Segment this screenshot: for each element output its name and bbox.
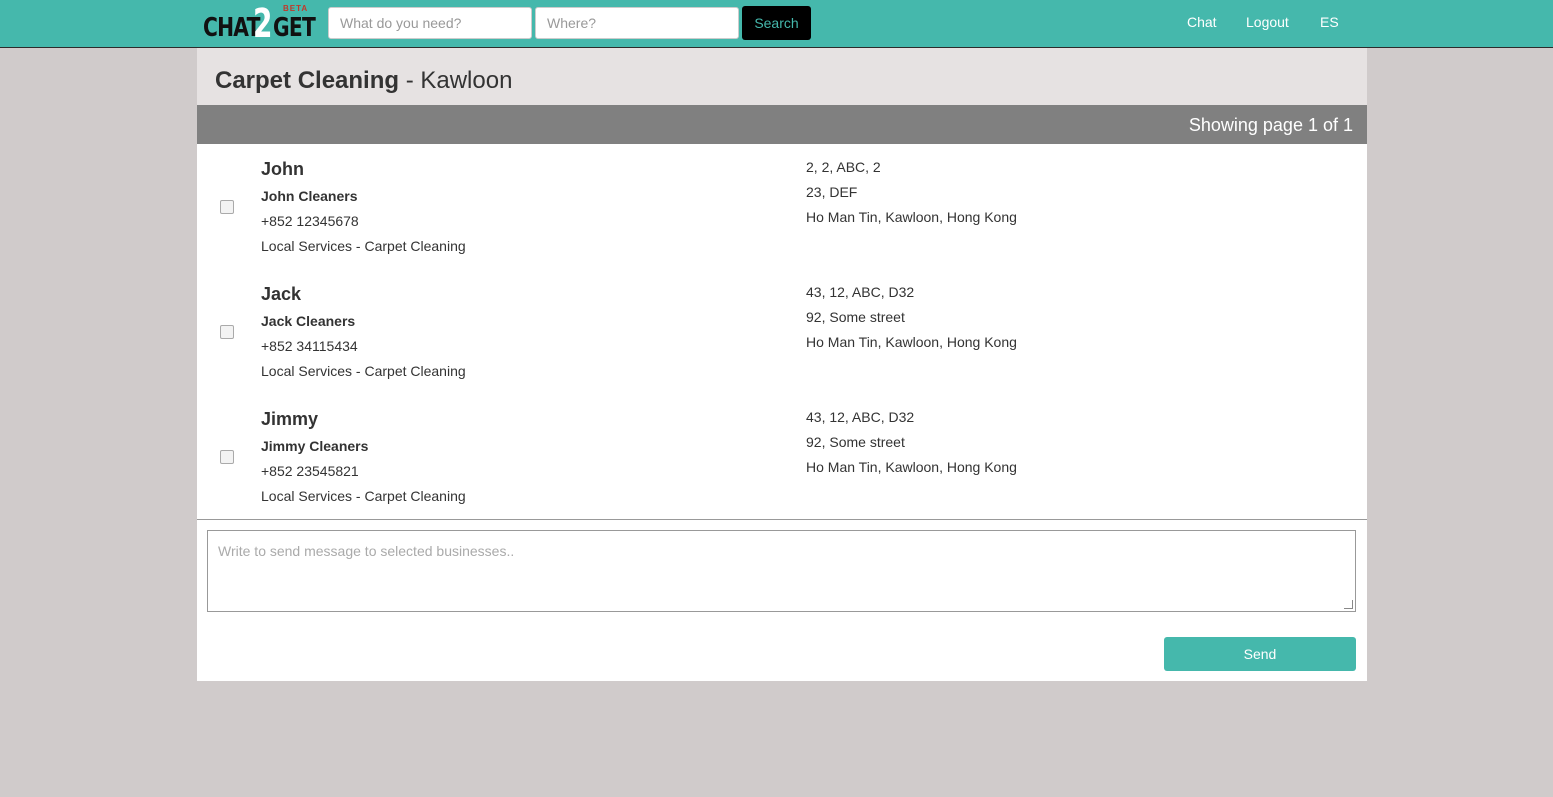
- results-header: Carpet Cleaning - Kawloon: [197, 48, 1367, 105]
- title-category: Carpet Cleaning: [215, 67, 400, 94]
- business-phone: +852 23545821: [261, 463, 359, 479]
- business-name: Jack Cleaners: [261, 313, 356, 329]
- logo-text-get: GET: [273, 13, 316, 43]
- beta-badge: BETA: [283, 4, 309, 13]
- language-switch-link[interactable]: ES: [1320, 14, 1339, 30]
- results-panel: Carpet Cleaning - Kawloon Showing page 1…: [197, 48, 1367, 681]
- select-business-checkbox[interactable]: [220, 200, 234, 214]
- nav-chat-link[interactable]: Chat: [1187, 14, 1217, 30]
- send-button[interactable]: Send: [1164, 637, 1356, 671]
- logo-text-chat: CHAT: [203, 13, 260, 43]
- business-row: John John Cleaners +852 12345678 Local S…: [197, 144, 1367, 270]
- address-line-3: Ho Man Tin, Kawloon, Hong Kong: [806, 209, 1017, 225]
- business-phone: +852 34115434: [261, 338, 358, 354]
- page-title: Carpet Cleaning - Kawloon: [215, 67, 512, 95]
- chat2get-logo[interactable]: CHAT 2 GET BETA: [203, 1, 316, 47]
- address-line-1: 43, 12, ABC, D32: [806, 284, 915, 300]
- address-line-3: Ho Man Tin, Kawloon, Hong Kong: [806, 334, 1017, 350]
- where-search-input[interactable]: Where?: [535, 7, 739, 39]
- business-row: Jimmy Jimmy Cleaners +852 23545821 Local…: [197, 394, 1367, 520]
- top-navbar: CHAT 2 GET BETA What do you need? Where?…: [0, 0, 1553, 48]
- what-search-input[interactable]: What do you need?: [328, 7, 532, 39]
- message-placeholder: Write to send message to selected busine…: [218, 543, 515, 559]
- select-business-checkbox[interactable]: [220, 325, 234, 339]
- business-category: Local Services - Carpet Cleaning: [261, 238, 466, 254]
- address-line-1: 43, 12, ABC, D32: [806, 409, 915, 425]
- logo-text-2: 2: [253, 1, 273, 47]
- address-line-2: 92, Some street: [806, 434, 905, 450]
- pagination-bar: Showing page 1 of 1: [197, 105, 1367, 144]
- message-textarea[interactable]: Write to send message to selected busine…: [207, 530, 1356, 612]
- search-button[interactable]: Search: [742, 6, 811, 40]
- address-line-3: Ho Man Tin, Kawloon, Hong Kong: [806, 459, 1017, 475]
- business-name: Jimmy Cleaners: [261, 438, 369, 454]
- contact-name[interactable]: John: [261, 159, 304, 180]
- nav-logout-link[interactable]: Logout: [1246, 14, 1289, 30]
- business-row: Jack Jack Cleaners +852 34115434 Local S…: [197, 269, 1367, 395]
- resize-handle-icon[interactable]: [1344, 600, 1353, 609]
- business-category: Local Services - Carpet Cleaning: [261, 363, 466, 379]
- pagination-status: Showing page 1 of 1: [1188, 115, 1353, 135]
- business-name: John Cleaners: [261, 188, 358, 204]
- contact-name[interactable]: Jack: [261, 284, 301, 305]
- address-line-2: 92, Some street: [806, 309, 905, 325]
- contact-name[interactable]: Jimmy: [261, 409, 318, 430]
- address-line-2: 23, DEF: [806, 184, 858, 200]
- business-category: Local Services - Carpet Cleaning: [261, 488, 466, 504]
- title-separator: -: [399, 67, 421, 94]
- business-phone: +852 12345678: [261, 213, 359, 229]
- select-business-checkbox[interactable]: [220, 450, 234, 464]
- address-line-1: 2, 2, ABC, 2: [806, 159, 881, 175]
- title-location: Kawloon: [420, 67, 513, 94]
